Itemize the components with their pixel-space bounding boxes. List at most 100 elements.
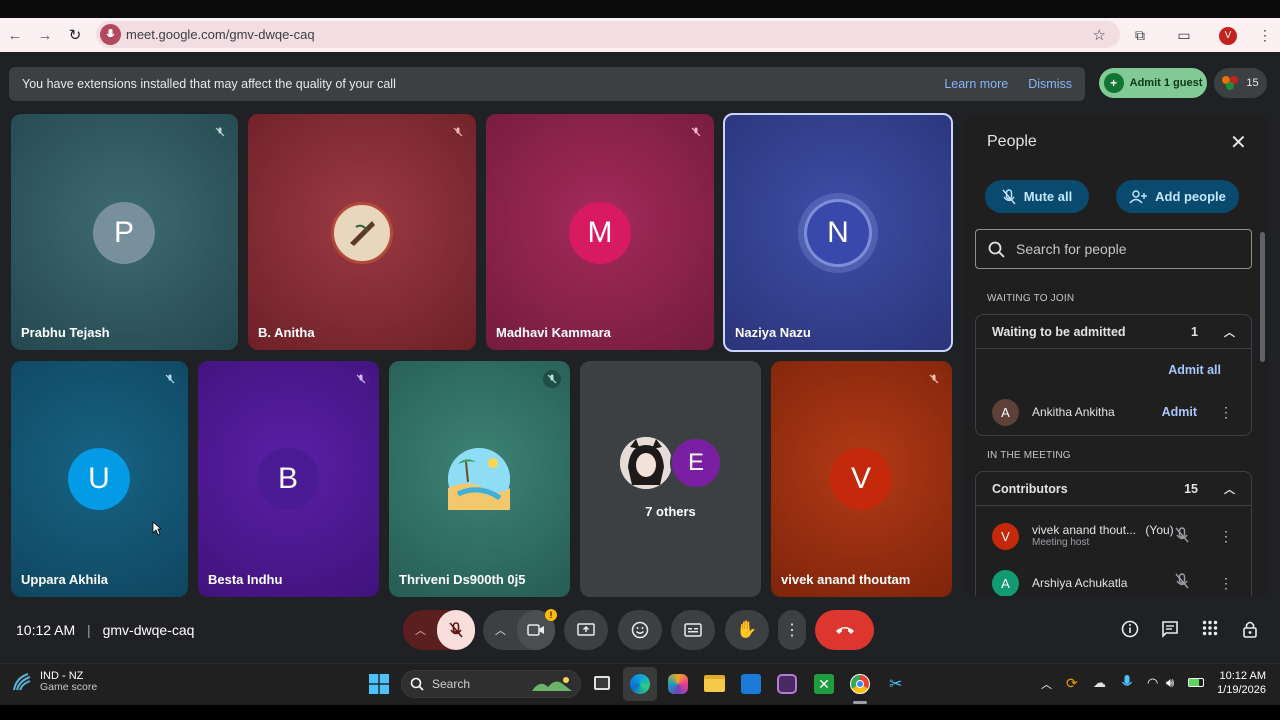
system-clock[interactable]: 10:12 AM 1/19/2026 xyxy=(1212,670,1266,698)
address-bar[interactable]: meet.google.com/gmv-dwqe-caq ☆ xyxy=(96,21,1120,48)
muted-mic-icon xyxy=(161,370,179,388)
waiting-header[interactable]: Waiting to be admitted 1 ︿ xyxy=(976,315,1251,349)
participant-tile[interactable]: M Madhavi Kammara xyxy=(486,114,714,350)
person-name: vivek anand thout... xyxy=(1032,522,1137,537)
dismiss-link[interactable]: Dismiss xyxy=(1028,77,1072,91)
add-people-button[interactable]: Add people xyxy=(1116,180,1239,213)
tray-overflow-icon[interactable]: ︿ xyxy=(1041,676,1052,692)
back-icon[interactable]: ← xyxy=(0,27,30,44)
you-label: (You) xyxy=(1145,522,1174,537)
more-options-button[interactable]: ⋮ xyxy=(778,610,806,650)
admit-all-button[interactable]: Admit all xyxy=(1168,363,1221,377)
chat-icon[interactable] xyxy=(1161,620,1179,643)
avatar: P xyxy=(93,202,155,264)
extensions-icon[interactable]: ⧉ xyxy=(1118,27,1162,44)
activities-icon[interactable] xyxy=(1202,620,1218,641)
captions-button[interactable] xyxy=(671,610,715,650)
widget-subtitle: Game score xyxy=(40,681,98,694)
volume-icon[interactable]: 🔊︎ xyxy=(1166,675,1174,691)
extensions-warning-banner: You have extensions installed that may a… xyxy=(9,67,1085,101)
copilot-app-icon[interactable] xyxy=(668,674,688,694)
wifi-icon[interactable]: ◠ xyxy=(1147,675,1158,691)
chevron-up-icon[interactable]: ︿ xyxy=(1224,324,1235,340)
file-explorer-icon[interactable] xyxy=(704,675,725,692)
sync-icon[interactable]: ⟳ xyxy=(1066,675,1078,692)
participant-name: Madhavi Kammara xyxy=(496,325,611,340)
present-screen-button[interactable] xyxy=(564,610,608,650)
learn-more-link[interactable]: Learn more xyxy=(944,77,1008,91)
avatar: B xyxy=(257,448,319,510)
snipping-tool-icon[interactable]: ✂ xyxy=(889,674,902,694)
weather-widget[interactable]: IND - NZ Game score xyxy=(12,670,97,694)
search-people-input[interactable]: Search for people xyxy=(975,229,1252,269)
contributors-header[interactable]: Contributors 15 ︿ xyxy=(976,472,1251,506)
more-options-icon[interactable]: ⋮ xyxy=(1219,404,1233,421)
person-name: Arshiya Achukatla xyxy=(1032,576,1128,590)
waiting-count: 1 xyxy=(1191,324,1198,339)
more-options-icon[interactable]: ⋮ xyxy=(1219,528,1233,545)
panel-scrollbar[interactable] xyxy=(1260,232,1265,362)
waiting-section-label: WAITING TO JOIN xyxy=(987,293,1075,304)
admit-button[interactable]: Admit xyxy=(1162,405,1197,419)
call-controls-bar: 10:12 AM | gmv-dwqe-caq ︿ ︿ ! ✋ ⋮ xyxy=(0,608,1280,654)
camera-icon xyxy=(527,624,544,636)
microphone-toggle-button[interactable] xyxy=(437,610,475,650)
close-icon[interactable]: ✕ xyxy=(1230,130,1247,155)
store-app-icon[interactable] xyxy=(741,674,761,694)
cast-icon[interactable]: ▭ xyxy=(1162,27,1206,44)
taskbar-search[interactable]: Search xyxy=(401,670,581,698)
participants-button[interactable]: 15 xyxy=(1214,68,1267,98)
leave-call-button[interactable] xyxy=(815,610,874,650)
browser-menu-icon[interactable]: ⋮ xyxy=(1250,27,1280,44)
mic-off-icon[interactable] xyxy=(1175,572,1189,594)
participant-tile[interactable]: P Prabhu Tejash xyxy=(11,114,238,350)
chevron-up-icon[interactable]: ︿ xyxy=(1224,481,1235,497)
participant-name: Thriveni Ds900th 0j5 xyxy=(399,572,526,587)
participant-tile[interactable]: Thriveni Ds900th 0j5 xyxy=(389,361,570,597)
participant-name: vivek anand thoutam xyxy=(781,572,911,587)
admit-guest-label: Admit 1 guest xyxy=(1129,77,1203,89)
mic-in-use-icon[interactable] xyxy=(100,24,121,45)
divider: | xyxy=(87,622,91,638)
reload-icon[interactable]: ↻ xyxy=(60,26,90,44)
raise-hand-button[interactable]: ✋ xyxy=(725,610,769,650)
waiting-person-row: A Ankitha Ankitha Admit ⋮ xyxy=(976,397,1251,427)
participant-tile[interactable]: U Uppara Akhila xyxy=(11,361,188,597)
admit-guest-button[interactable]: + Admit 1 guest xyxy=(1099,68,1207,98)
chrome-app-icon[interactable] xyxy=(850,674,870,694)
reactions-button[interactable] xyxy=(618,610,662,650)
cloud-icon[interactable]: ☁ xyxy=(1093,675,1106,691)
participant-tile-speaking[interactable]: N Naziya Nazu xyxy=(723,113,953,352)
photos-app-icon[interactable] xyxy=(777,674,797,694)
bookmark-star-icon[interactable]: ☆ xyxy=(1093,26,1106,44)
participant-tile[interactable]: B. Anitha xyxy=(248,114,476,350)
participant-name: Prabhu Tejash xyxy=(21,325,110,340)
start-button[interactable] xyxy=(369,674,389,699)
muted-mic-icon xyxy=(687,123,705,141)
meeting-details-icon[interactable] xyxy=(1121,620,1139,643)
contributor-row: V vivek anand thout... (You) Meeting hos… xyxy=(976,521,1251,551)
mic-off-icon[interactable] xyxy=(1175,526,1189,546)
avatar: E xyxy=(670,437,722,489)
muted-mic-icon xyxy=(543,370,561,388)
add-person-icon xyxy=(1129,189,1148,203)
mute-all-button[interactable]: Mute all xyxy=(985,180,1089,213)
window-titlebar xyxy=(0,0,1280,18)
host-controls-icon[interactable] xyxy=(1241,620,1259,643)
battery-icon[interactable] xyxy=(1188,678,1204,687)
avatar: A xyxy=(992,569,1019,596)
more-options-icon[interactable]: ⋮ xyxy=(1219,575,1233,592)
participant-tile[interactable]: V vivek anand thoutam xyxy=(771,361,952,597)
search-icon xyxy=(988,241,1005,258)
xbox-app-icon[interactable]: ✕ xyxy=(814,674,834,694)
edge-app-icon[interactable] xyxy=(623,667,657,701)
profile-avatar[interactable]: V xyxy=(1206,25,1250,45)
search-highlight-icon xyxy=(532,677,572,691)
participant-tile[interactable]: B Besta Indhu xyxy=(198,361,379,597)
task-view-icon[interactable] xyxy=(594,676,610,690)
muted-mic-icon xyxy=(211,123,229,141)
microphone-tray-icon[interactable] xyxy=(1121,674,1133,695)
forward-icon[interactable]: → xyxy=(30,27,60,44)
waiting-header-label: Waiting to be admitted xyxy=(992,324,1126,339)
others-tile[interactable]: E 7 others xyxy=(580,361,761,597)
